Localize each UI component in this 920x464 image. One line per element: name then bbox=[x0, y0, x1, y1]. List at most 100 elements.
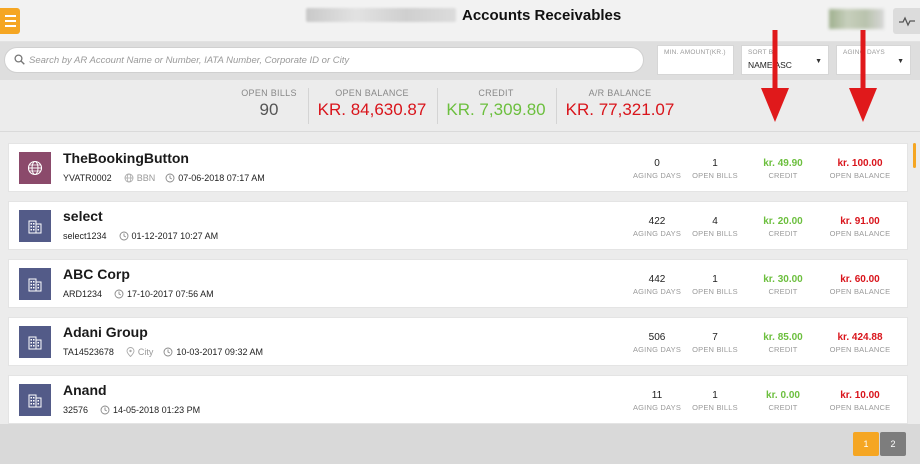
credit-value: KR. 7,309.80 bbox=[446, 100, 546, 119]
open-balance-stat: OPEN BALANCE KR. 84,630.87 bbox=[314, 88, 430, 120]
aging-days-cell: 11 AGING DAYS bbox=[623, 390, 691, 412]
account-row[interactable]: select select1234 01-12-2017 10:27 AM 422 AG… bbox=[8, 201, 908, 250]
account-avatar bbox=[19, 326, 51, 358]
credit-value: kr. 30.00 bbox=[763, 274, 803, 285]
ar-balance-stat: A/R BALANCE KR. 77,321.07 bbox=[562, 88, 678, 120]
iata-code-text: BBN bbox=[136, 173, 156, 183]
accounts-list[interactable]: TheBookingButton YVATR0002 BBN 07-06-2018 0… bbox=[0, 132, 920, 424]
aging-days-cell: 506 AGING DAYS bbox=[623, 332, 691, 354]
page-1-button[interactable]: 1 bbox=[853, 432, 879, 456]
building-icon bbox=[28, 336, 42, 350]
page-2-button[interactable]: 2 bbox=[880, 432, 906, 456]
open-bills-value: 1 bbox=[712, 390, 718, 401]
date-text: 17-10-2017 07:56 AM bbox=[127, 289, 214, 299]
credit-caption: CREDIT bbox=[768, 171, 798, 180]
date-text: 07-06-2018 07:17 AM bbox=[178, 173, 265, 183]
activity-icon bbox=[898, 16, 915, 27]
account-meta: ARD1234 17-10-2017 07:56 AM bbox=[63, 289, 214, 299]
open-balance-value: kr. 10.00 bbox=[840, 390, 880, 401]
aging-days-caption: AGING DAYS bbox=[632, 287, 682, 296]
credit-cell: kr. 20.00 CREDIT bbox=[750, 216, 816, 238]
account-row[interactable]: ABC Corp ARD1234 17-10-2017 07:56 AM 442 AGI… bbox=[8, 259, 908, 308]
account-meta: TA14523678 City 10-03-2017 09:32 AM bbox=[63, 347, 263, 357]
credit-value: kr. 49.90 bbox=[763, 158, 803, 169]
open-bills-value: 90 bbox=[259, 100, 279, 119]
clock-icon bbox=[165, 173, 175, 183]
open-bills-label: OPEN BILLS bbox=[241, 88, 297, 98]
menu-button[interactable] bbox=[0, 8, 20, 34]
account-name[interactable]: select bbox=[63, 208, 103, 224]
open-balance-caption: OPEN BALANCE bbox=[829, 171, 891, 180]
account-number: TA14523678 bbox=[63, 347, 114, 357]
clock-icon bbox=[100, 405, 110, 415]
clock-icon bbox=[119, 231, 128, 241]
last-activity-date: 07-06-2018 07:17 AM bbox=[165, 173, 265, 183]
last-activity-date: 14-05-2018 01:23 PM bbox=[100, 405, 200, 415]
annotation-arrow-credit bbox=[761, 30, 789, 122]
account-row[interactable]: Anand 32576 14-05-2018 01:23 PM 11 AGING DAY… bbox=[8, 375, 908, 424]
credit-cell: kr. 49.90 CREDIT bbox=[750, 158, 816, 180]
open-bills-caption: OPEN BILLS bbox=[692, 345, 738, 354]
ar-balance-label: A/R BALANCE bbox=[588, 88, 652, 98]
search-box bbox=[4, 47, 644, 73]
account-avatar bbox=[19, 384, 51, 416]
account-row[interactable]: TheBookingButton YVATR0002 BBN 07-06-2018 0… bbox=[8, 143, 908, 192]
search-input[interactable] bbox=[29, 51, 629, 69]
credit-caption: CREDIT bbox=[768, 229, 798, 238]
aging-days-value: 11 bbox=[651, 390, 663, 401]
credit-caption: CREDIT bbox=[768, 345, 798, 354]
open-bills-cell: 1 OPEN BILLS bbox=[685, 274, 745, 296]
aging-days-value: 0 bbox=[654, 158, 660, 169]
activity-button[interactable] bbox=[893, 8, 920, 34]
credit-caption: CREDIT bbox=[768, 403, 798, 412]
credit-cell: kr. 85.00 CREDIT bbox=[750, 332, 816, 354]
open-balance-caption: OPEN BALANCE bbox=[829, 287, 891, 296]
globe-icon bbox=[27, 160, 43, 176]
min-amount-field[interactable]: MIN. AMOUNT(KR.) bbox=[657, 45, 734, 75]
open-balance-value: kr. 60.00 bbox=[840, 274, 880, 285]
account-number: ARD1234 bbox=[63, 289, 103, 299]
open-bills-value: 1 bbox=[712, 158, 718, 169]
clock-icon bbox=[163, 347, 173, 357]
annotation-arrow-balance bbox=[849, 30, 877, 122]
page-title: Accounts Receivables bbox=[462, 7, 622, 24]
open-bills-cell: 1 OPEN BILLS bbox=[685, 390, 745, 412]
last-activity-date: 01-12-2017 10:27 AM bbox=[119, 231, 219, 241]
date-text: 01-12-2017 10:27 AM bbox=[131, 231, 219, 241]
aging-days-caption: AGING DAYS bbox=[632, 171, 682, 180]
account-name[interactable]: Anand bbox=[63, 382, 107, 398]
account-row[interactable]: Adani Group TA14523678 City 10-03-2017 09:3… bbox=[8, 317, 908, 366]
aging-days-caption: AGING DAYS bbox=[632, 229, 682, 238]
date-text: 14-05-2018 01:23 PM bbox=[113, 405, 201, 415]
hamburger-icon bbox=[4, 15, 16, 17]
aging-days-cell: 442 AGING DAYS bbox=[623, 274, 691, 296]
open-balance-caption: OPEN BALANCE bbox=[829, 229, 891, 238]
open-balance-cell: kr. 60.00 OPEN BALANCE bbox=[825, 274, 895, 296]
aging-days-value: 506 bbox=[648, 332, 666, 343]
building-icon bbox=[28, 220, 42, 234]
open-balance-label: OPEN BALANCE bbox=[335, 88, 409, 98]
open-balance-caption: OPEN BALANCE bbox=[829, 403, 891, 412]
open-balance-cell: kr. 91.00 OPEN BALANCE bbox=[825, 216, 895, 238]
aging-days-cell: 0 AGING DAYS bbox=[623, 158, 691, 180]
redacted-breadcrumb bbox=[306, 8, 456, 22]
iata-code: BBN bbox=[124, 173, 156, 183]
account-name[interactable]: ABC Corp bbox=[63, 266, 130, 282]
account-number: 32576 bbox=[63, 405, 89, 415]
credit-value: kr. 20.00 bbox=[763, 216, 803, 227]
open-balance-cell: kr. 424.88 OPEN BALANCE bbox=[825, 332, 895, 354]
last-activity-date: 10-03-2017 09:32 AM bbox=[163, 347, 263, 357]
credit-cell: kr. 0.00 CREDIT bbox=[750, 390, 816, 412]
scrollbar[interactable] bbox=[913, 143, 916, 168]
caret-down-icon: ▼ bbox=[815, 58, 822, 65]
account-name[interactable]: Adani Group bbox=[63, 324, 148, 340]
ar-balance-value: KR. 77,321.07 bbox=[565, 100, 675, 119]
account-meta: 32576 14-05-2018 01:23 PM bbox=[63, 405, 200, 415]
aging-days-value: 422 bbox=[648, 216, 666, 227]
account-meta: select1234 01-12-2017 10:27 AM bbox=[63, 231, 218, 241]
account-name[interactable]: TheBookingButton bbox=[63, 150, 189, 166]
redacted-user-avatar[interactable] bbox=[829, 9, 884, 29]
open-balance-value: kr. 100.00 bbox=[837, 158, 883, 169]
last-activity-date: 17-10-2017 07:56 AM bbox=[114, 289, 214, 299]
account-avatar bbox=[19, 152, 51, 184]
